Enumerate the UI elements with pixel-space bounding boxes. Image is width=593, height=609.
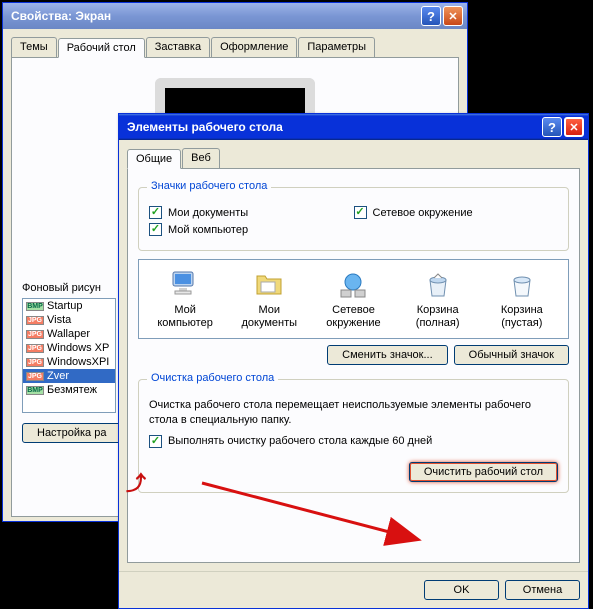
my-computer-checkbox[interactable] <box>149 223 162 236</box>
jpg-icon: JPG <box>26 344 44 353</box>
bmp-icon: BMP <box>26 302 44 311</box>
jpg-icon: JPG <box>26 316 44 325</box>
tab-settings[interactable]: Параметры <box>298 37 375 57</box>
clean-desktop-now-button[interactable]: Очистить рабочий стол <box>409 462 558 482</box>
jpg-icon: JPG <box>26 372 44 381</box>
bg-item-selected: JPGZver <box>23 369 115 383</box>
computer-icon <box>169 268 201 300</box>
tab-appearance[interactable]: Оформление <box>211 37 297 57</box>
bg-item: JPGWallaper <box>23 327 115 341</box>
background-list[interactable]: BMPStartup JPGVista JPGWallaper JPGWindo… <box>22 298 116 413</box>
icon-preview-row[interactable]: Мой компьютер Мои документы Сетевое окру… <box>139 260 568 338</box>
recycle-full-icon <box>422 268 454 300</box>
customize-desktop-button[interactable]: Настройка ра <box>22 423 121 443</box>
change-icon-button[interactable]: Сменить значок... <box>327 345 448 365</box>
parent-tabs: Темы Рабочий стол Заставка Оформление Па… <box>3 29 467 57</box>
child-titlebar: Элементы рабочего стола ? ✕ <box>119 114 588 140</box>
parent-help-button[interactable]: ? <box>421 6 441 26</box>
network-icon <box>337 268 369 300</box>
desktop-items-window: Элементы рабочего стола ? ✕ Общие Веб Зн… <box>118 113 589 609</box>
child-close-button[interactable]: ✕ <box>564 117 584 137</box>
icon-my-computer[interactable]: Мой компьютер <box>150 268 220 330</box>
bg-item: BMPStartup <box>23 299 115 313</box>
my-documents-label: Мои документы <box>168 207 248 219</box>
icon-recycle-full[interactable]: Корзина (полная) <box>403 268 473 330</box>
cancel-button[interactable]: Отмена <box>505 580 580 600</box>
icon-my-documents[interactable]: Мои документы <box>234 268 304 330</box>
tab-screensaver[interactable]: Заставка <box>146 37 210 57</box>
monitor-preview <box>155 78 315 113</box>
child-tab-body: Значки рабочего стола Мои документы Мой … <box>127 168 580 563</box>
parent-close-button[interactable]: ✕ <box>443 6 463 26</box>
my-documents-checkbox[interactable] <box>149 206 162 219</box>
tab-general[interactable]: Общие <box>127 149 181 169</box>
background-list-label: Фоновый рисун <box>22 282 121 294</box>
desktop-icons-group: Значки рабочего стола Мои документы Мой … <box>138 187 569 251</box>
folder-docs-icon <box>253 268 285 300</box>
recycle-empty-icon <box>506 268 538 300</box>
bg-item: JPGWindowsXPI <box>23 355 115 369</box>
cleanup-schedule-checkbox[interactable] <box>149 435 162 448</box>
tab-themes[interactable]: Темы <box>11 37 57 57</box>
jpg-icon: JPG <box>26 330 44 339</box>
bmp-icon: BMP <box>26 386 44 395</box>
tab-desktop[interactable]: Рабочий стол <box>58 38 145 58</box>
ok-button[interactable]: OK <box>424 580 499 600</box>
dialog-button-row: OK Отмена <box>119 571 588 608</box>
child-help-button[interactable]: ? <box>542 117 562 137</box>
desktop-icons-group-title: Значки рабочего стола <box>147 180 271 192</box>
bg-item: BMPБезмятеж <box>23 383 115 397</box>
icon-network-places[interactable]: Сетевое окружение <box>318 268 388 330</box>
parent-title: Свойства: Экран <box>7 9 419 23</box>
icon-recycle-empty[interactable]: Корзина (пустая) <box>487 268 557 330</box>
child-title: Элементы рабочего стола <box>123 120 540 134</box>
network-places-checkbox[interactable] <box>354 206 367 219</box>
network-places-label: Сетевое окружение <box>373 207 473 219</box>
jpg-icon: JPG <box>26 358 44 367</box>
tab-web[interactable]: Веб <box>182 148 220 168</box>
parent-titlebar: Свойства: Экран ? ✕ <box>3 3 467 29</box>
bg-item: JPGWindows XP <box>23 341 115 355</box>
desktop-cleanup-group: Очистка рабочего стола Очистка рабочего … <box>138 379 569 493</box>
default-icon-button[interactable]: Обычный значок <box>454 345 569 365</box>
child-tabs: Общие Веб <box>119 140 588 168</box>
desktop-cleanup-group-title: Очистка рабочего стола <box>147 372 278 384</box>
bg-item: JPGVista <box>23 313 115 327</box>
my-computer-label: Мой компьютер <box>168 224 248 236</box>
cleanup-schedule-label: Выполнять очистку рабочего стола каждые … <box>168 435 432 447</box>
cleanup-description: Очистка рабочего стола перемещает неиспо… <box>149 398 558 427</box>
